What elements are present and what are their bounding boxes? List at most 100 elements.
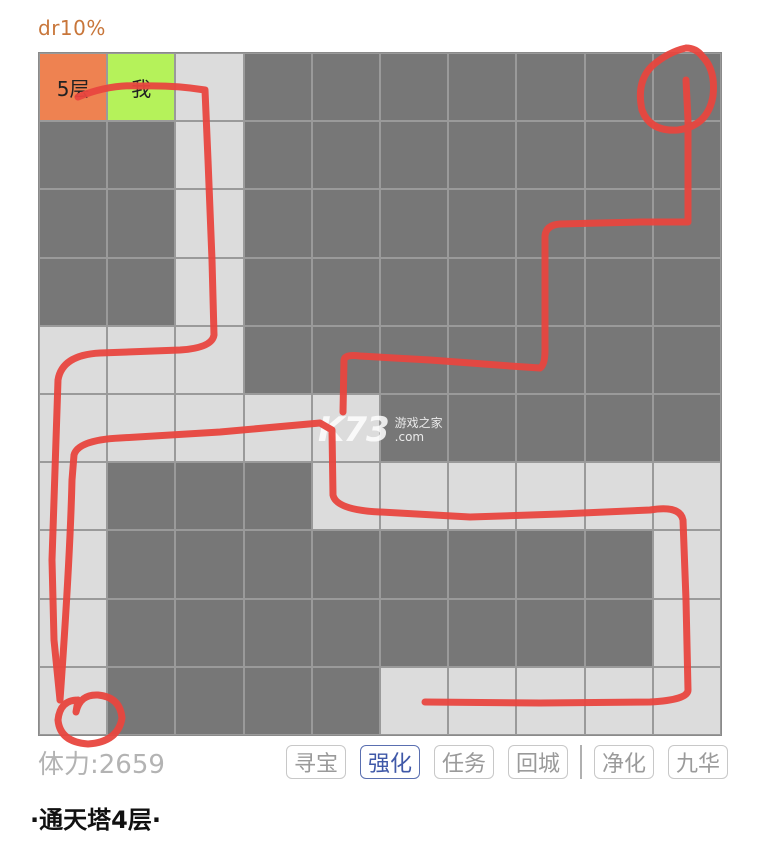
grid-cell-open[interactable]	[652, 598, 721, 667]
floor-indicator-cell[interactable]: 5层	[39, 53, 108, 122]
grid-cell-wall	[175, 666, 244, 735]
map-grid[interactable]: 5层我	[38, 52, 722, 736]
grid-cell-wall	[584, 325, 653, 394]
grid-cell-open[interactable]	[652, 666, 721, 735]
grid-cell-open[interactable]	[652, 462, 721, 531]
grid-cell-wall	[39, 189, 108, 258]
dr-label: dr10%	[38, 16, 106, 40]
grid-cell-wall	[175, 530, 244, 599]
grid-cell-wall	[448, 257, 517, 326]
grid-cell-open[interactable]	[448, 462, 517, 531]
grid-cell-wall	[243, 462, 312, 531]
grid-cell-wall	[516, 189, 585, 258]
grid-cell-wall	[311, 121, 380, 190]
grid-cell-wall	[107, 121, 176, 190]
grid-cell-wall	[311, 666, 380, 735]
grid-cell-wall	[107, 598, 176, 667]
grid-cell-open[interactable]	[516, 666, 585, 735]
grid-cell-wall	[243, 666, 312, 735]
grid-cell-wall	[652, 121, 721, 190]
action-button[interactable]: 寻宝	[286, 745, 346, 779]
grid-cell-wall	[516, 121, 585, 190]
grid-cell-open[interactable]	[584, 666, 653, 735]
grid-cell-wall	[652, 325, 721, 394]
grid-cell-wall	[311, 257, 380, 326]
grid-cell-wall	[379, 53, 449, 122]
grid-cell-wall	[379, 257, 449, 326]
stamina-label: 体力:2659	[38, 750, 165, 780]
grid-cell-wall	[107, 189, 176, 258]
grid-cell-wall	[175, 462, 244, 531]
grid-cell-open[interactable]	[516, 462, 585, 531]
grid-cell-wall	[311, 325, 380, 394]
action-button[interactable]: 回城	[508, 745, 568, 779]
grid-cell-open[interactable]	[39, 530, 108, 599]
grid-cell-open[interactable]	[175, 53, 244, 122]
grid-cell-wall	[379, 189, 449, 258]
grid-cell-wall	[379, 530, 449, 599]
grid-cell-open[interactable]	[448, 666, 517, 735]
grid-cell-open[interactable]	[107, 393, 176, 463]
grid-cell-wall	[584, 393, 653, 463]
grid-cell-open[interactable]	[39, 393, 108, 463]
watermark-logo: K73	[318, 410, 390, 450]
grid-cell-wall	[107, 530, 176, 599]
grid-cell-wall	[379, 598, 449, 667]
player-cell[interactable]: 我	[107, 53, 176, 122]
grid-cell-open[interactable]	[379, 666, 449, 735]
action-separator	[580, 745, 582, 779]
grid-cell-wall	[448, 121, 517, 190]
grid-cell-open[interactable]	[39, 325, 108, 394]
grid-cell-wall	[243, 598, 312, 667]
grid-cell-wall	[379, 325, 449, 394]
grid-cell-wall	[379, 121, 449, 190]
grid-cell-wall	[39, 121, 108, 190]
grid-cell-wall	[311, 189, 380, 258]
grid-cell-open[interactable]	[175, 189, 244, 258]
grid-cell-wall	[243, 53, 312, 122]
grid-cell-open[interactable]	[175, 257, 244, 326]
grid-cell-wall	[39, 257, 108, 326]
action-button[interactable]: 任务	[434, 745, 494, 779]
grid-cell-wall	[243, 121, 312, 190]
grid-cell-wall	[107, 666, 176, 735]
grid-cell-open[interactable]	[652, 530, 721, 599]
grid-cell-wall	[652, 189, 721, 258]
grid-cell-open[interactable]	[175, 325, 244, 394]
action-button[interactable]: 净化	[594, 745, 654, 779]
grid-cell-open[interactable]	[175, 393, 244, 463]
grid-cell-open[interactable]	[39, 598, 108, 667]
action-button[interactable]: 强化	[360, 745, 420, 779]
grid-cell-open[interactable]	[584, 462, 653, 531]
grid-cell-wall	[448, 189, 517, 258]
watermark-line1: 游戏之家	[394, 416, 443, 430]
grid-cell-open[interactable]	[107, 325, 176, 394]
grid-cell-wall	[584, 53, 653, 122]
grid-cell-wall	[448, 530, 517, 599]
grid-cell-wall	[448, 598, 517, 667]
grid-cell-wall	[584, 257, 653, 326]
grid-cell-wall	[652, 53, 721, 122]
grid-cell-wall	[516, 257, 585, 326]
grid-cell-wall	[516, 530, 585, 599]
grid-cell-wall	[516, 325, 585, 394]
grid-cell-wall	[448, 393, 517, 463]
grid-cell-open[interactable]	[39, 462, 108, 531]
grid-cell-open[interactable]	[311, 462, 380, 531]
grid-cell-wall	[584, 121, 653, 190]
grid-cell-wall	[448, 53, 517, 122]
grid-cell-wall	[516, 53, 585, 122]
tower-floor-title: ·通天塔4层·	[30, 806, 161, 834]
grid-cell-open[interactable]	[243, 393, 312, 463]
grid-cell-wall	[243, 189, 312, 258]
grid-cell-wall	[175, 598, 244, 667]
grid-cell-wall	[516, 598, 585, 667]
watermark: K73 游戏之家 .com	[318, 410, 443, 450]
watermark-line2: .com	[394, 430, 425, 444]
action-button[interactable]: 九华	[668, 745, 728, 779]
grid-cell-open[interactable]	[39, 666, 108, 735]
watermark-text: 游戏之家 .com	[395, 416, 443, 444]
grid-cell-open[interactable]	[175, 121, 244, 190]
grid-cell-open[interactable]	[379, 462, 449, 531]
grid-cell-wall	[311, 53, 380, 122]
